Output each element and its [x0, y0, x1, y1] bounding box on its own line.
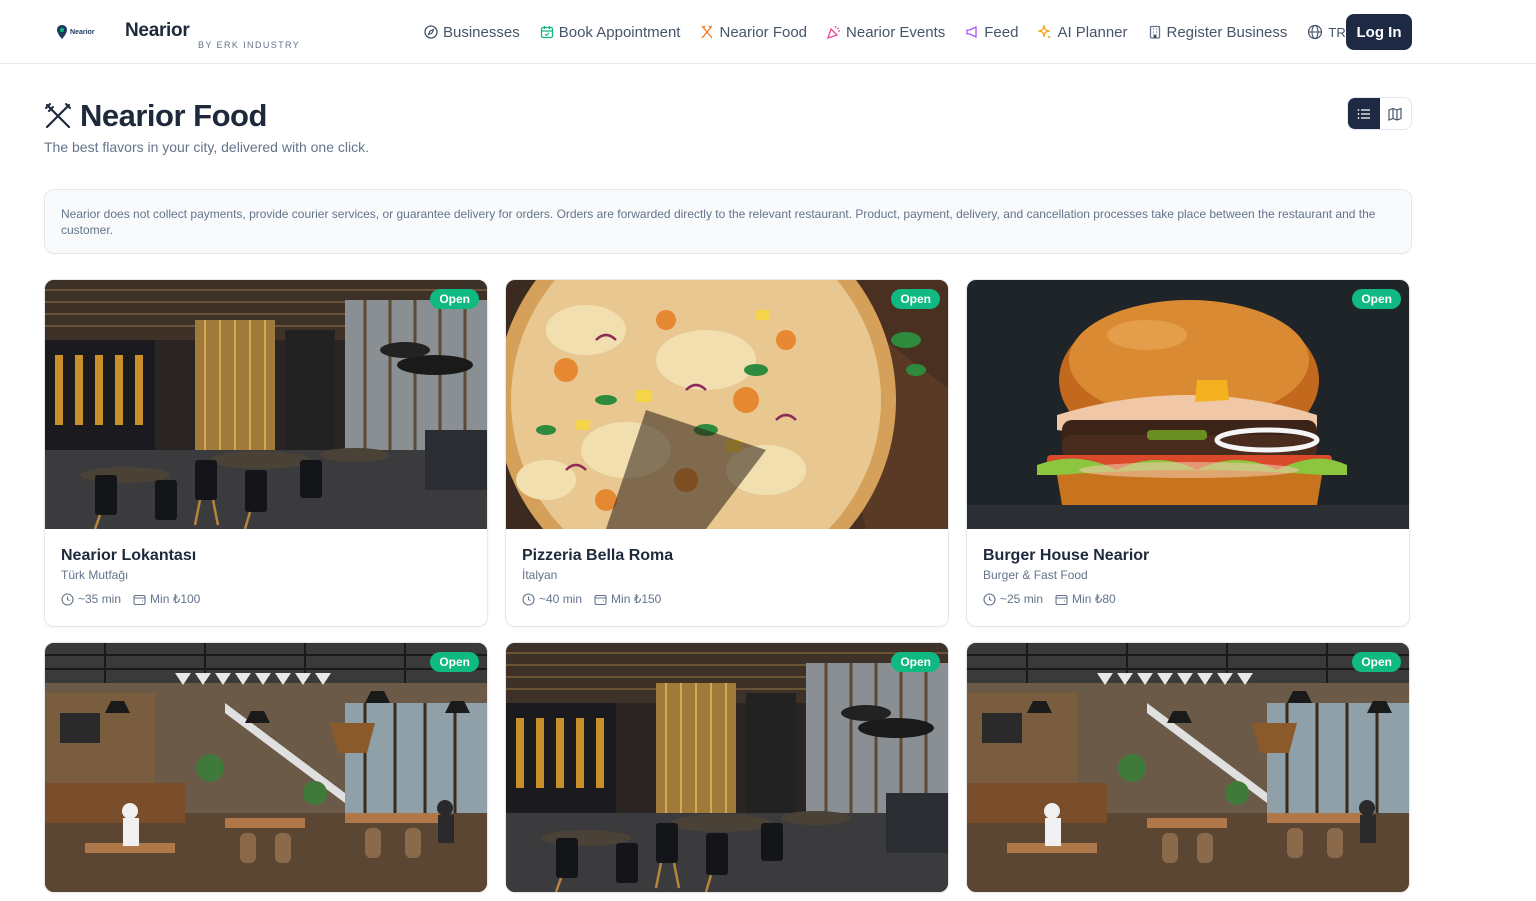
- nav-book-appointment[interactable]: Book Appointment: [540, 23, 681, 41]
- nav-ai-planner[interactable]: AI Planner: [1038, 23, 1128, 41]
- map-pin-icon: [57, 25, 67, 39]
- map-view-button[interactable]: [1380, 98, 1412, 129]
- logo-text: Nearior: [70, 28, 95, 36]
- sparkles-icon: [1038, 25, 1052, 39]
- restaurant-card[interactable]: Open Nearior Lokantası Türk Mutfağı ~35 …: [44, 279, 488, 627]
- open-status-badge: Open: [1352, 652, 1401, 672]
- delivery-time-text: ~25 min: [1000, 592, 1044, 606]
- open-status-badge: Open: [430, 652, 479, 672]
- open-status-badge: Open: [1352, 289, 1401, 309]
- delivery-time: ~35 min: [61, 592, 121, 606]
- cafe-interior-photo: [967, 643, 1409, 892]
- map-icon: [1388, 107, 1402, 121]
- delivery-time: ~40 min: [522, 592, 582, 606]
- language-code: TR: [1328, 24, 1346, 40]
- megaphone-icon: [966, 25, 977, 39]
- nav-label: Register Business: [1166, 23, 1288, 41]
- restaurant-interior-photo: [45, 280, 487, 529]
- nav-register-business[interactable]: Register Business: [1148, 23, 1288, 41]
- view-toggle: [1347, 97, 1412, 130]
- nav-businesses[interactable]: Businesses: [424, 24, 520, 41]
- restaurant-interior-photo: [506, 643, 948, 892]
- party-icon: [827, 25, 841, 39]
- brand-name[interactable]: Nearior: [125, 20, 190, 42]
- restaurant-card[interactable]: Open: [505, 642, 949, 893]
- restaurant-image: Open: [45, 280, 487, 529]
- logo[interactable]: Nearior: [56, 17, 110, 47]
- min-order-text: Min ₺150: [611, 592, 662, 606]
- restaurant-meta: ~25 min Min ₺80: [983, 592, 1393, 606]
- restaurant-card[interactable]: Open: [966, 642, 1410, 893]
- nav-feed[interactable]: Feed: [965, 24, 1018, 41]
- clock-icon: [61, 592, 74, 606]
- nav-label: Nearior Food: [719, 23, 808, 41]
- min-order-text: Min ₺100: [150, 592, 201, 606]
- main-nav: Businesses Book Appointment Nearior Food…: [424, 20, 1346, 44]
- pizza-photo: [506, 280, 948, 529]
- clock-icon: [522, 592, 535, 606]
- utensils-icon: [45, 103, 71, 129]
- open-status-badge: Open: [430, 289, 479, 309]
- building-icon: [1149, 25, 1160, 39]
- page-heading: Nearior Food: [44, 98, 267, 134]
- restaurant-meta: ~40 min Min ₺150: [522, 592, 932, 606]
- restaurant-image: Open: [967, 643, 1409, 892]
- open-status-badge: Open: [891, 289, 940, 309]
- wallet-icon: [133, 594, 146, 605]
- restaurant-card[interactable]: Open Burger House Nearior Burger & Fast …: [966, 279, 1410, 627]
- open-status-badge: Open: [891, 652, 940, 672]
- min-order: Min ₺80: [1055, 592, 1116, 606]
- page-subtitle: The best flavors in your city, delivered…: [44, 139, 369, 155]
- clock-icon: [983, 592, 996, 606]
- min-order: Min ₺100: [133, 592, 200, 606]
- delivery-time-text: ~35 min: [78, 592, 122, 606]
- burger-photo: [967, 280, 1409, 529]
- card-body: Burger House Nearior Burger & Fast Food …: [967, 529, 1409, 626]
- nav-nearior-food[interactable]: Nearior Food: [700, 24, 807, 41]
- delivery-time-text: ~40 min: [539, 592, 583, 606]
- delivery-time: ~25 min: [983, 592, 1043, 606]
- page-title: Nearior Food: [80, 98, 267, 133]
- utensils-icon: [701, 25, 713, 39]
- nav-label: AI Planner: [1057, 23, 1128, 41]
- restaurant-cuisine: İtalyan: [522, 568, 558, 582]
- nav-label: Nearior Events: [846, 23, 946, 41]
- restaurant-cuisine: Burger & Fast Food: [983, 568, 1088, 582]
- top-header: Nearior Nearior BY ERK INDUSTRY Business…: [0, 0, 1536, 64]
- compass-icon: [424, 25, 438, 39]
- list-icon: [1357, 108, 1370, 119]
- restaurant-image: Open: [45, 643, 487, 892]
- nav-nearior-events[interactable]: Nearior Events: [827, 24, 945, 41]
- globe-icon: [1308, 24, 1323, 40]
- list-view-button[interactable]: [1348, 98, 1380, 129]
- restaurant-image: Open: [967, 280, 1409, 529]
- language-switcher[interactable]: TR: [1307, 24, 1346, 40]
- cafe-interior-photo: [45, 643, 487, 892]
- restaurant-cuisine: Türk Mutfağı: [61, 568, 129, 582]
- login-button[interactable]: Log In: [1346, 14, 1412, 50]
- nav-label: Businesses: [443, 23, 520, 41]
- restaurant-name: Burger House Nearior: [983, 547, 1150, 564]
- restaurant-name: Pizzeria Bella Roma: [522, 547, 674, 564]
- brand-subtitle: BY ERK INDUSTRY: [198, 40, 301, 50]
- restaurant-name: Nearior Lokantası: [61, 547, 197, 564]
- restaurant-image: Open: [506, 280, 948, 529]
- restaurant-meta: ~35 min Min ₺100: [61, 592, 471, 606]
- card-body: Pizzeria Bella Roma İtalyan ~40 min Min …: [506, 529, 948, 626]
- wallet-icon: [594, 594, 607, 605]
- wallet-icon: [1055, 594, 1068, 605]
- card-body: Nearior Lokantası Türk Mutfağı ~35 min M…: [45, 529, 487, 626]
- min-order: Min ₺150: [594, 592, 661, 606]
- nav-label: Book Appointment: [558, 23, 681, 41]
- nav-label: Feed: [984, 23, 1019, 41]
- restaurant-image: Open: [506, 643, 948, 892]
- restaurant-card[interactable]: Open Pizzeria Bella Roma İtalyan ~40 min…: [505, 279, 949, 627]
- restaurant-card[interactable]: Open: [44, 642, 488, 893]
- calendar-icon: [540, 26, 553, 39]
- payment-disclaimer: Nearior does not collect payments, provi…: [44, 189, 1412, 254]
- min-order-text: Min ₺80: [1072, 592, 1116, 606]
